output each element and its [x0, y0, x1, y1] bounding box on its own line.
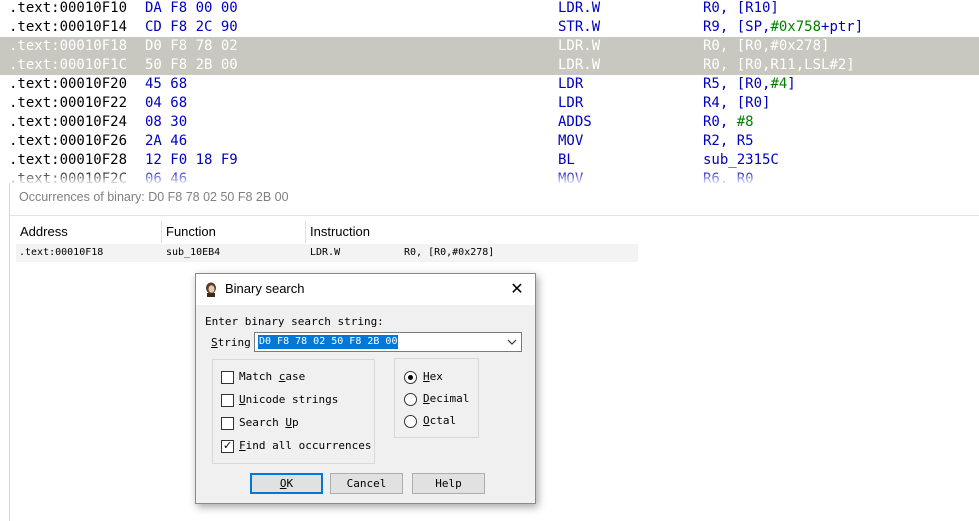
cell-operands: R0, [R0,#0x278] [404, 247, 495, 258]
find-all-occurrences-label: Find all occurrences [239, 439, 372, 452]
search-string-combobox[interactable]: D0 F8 78 02 50 F8 2B 00 [254, 332, 522, 352]
checkbox-box[interactable] [221, 371, 234, 384]
match-case-label: Match case [239, 370, 306, 383]
column-header-function[interactable]: Function [162, 221, 306, 243]
dialog-titlebar[interactable]: Binary search ✕ [196, 274, 535, 305]
line-address: .text:00010F10 [9, 0, 128, 16]
line-mnemonic: MOV [558, 133, 584, 149]
listing-fade [0, 170, 979, 183]
line-mnemonic: LDR [558, 76, 584, 92]
line-operands: R0, [R10] [703, 0, 779, 16]
decimal-label: Decimal [423, 392, 470, 405]
line-address: .text:00010F18 [9, 38, 128, 54]
string-label-rest: tring [217, 336, 251, 349]
line-bytes: 12 F0 18 F9 [145, 152, 238, 168]
occurrences-title: Occurrences of binary: D0 F8 78 02 50 F8… [19, 190, 289, 204]
radix-group: Hex Decimal Octal [394, 358, 479, 438]
listing-line[interactable]: .text:00010F10 DA F8 00 00 LDR.W R0, [R10] [0, 0, 979, 18]
line-mnemonic: LDR.W [558, 57, 601, 73]
listing-line[interactable]: .text:00010F20 45 68 LDR R5, [R0,#4] [0, 75, 979, 94]
line-operands: R9, [SP,#0x758+ptr] [703, 19, 864, 35]
table-row[interactable]: .text:00010F18 sub_10EB4 LDR.W R0, [R0,#… [16, 244, 638, 262]
line-address: .text:00010F26 [9, 133, 128, 149]
column-header-address[interactable]: Address [16, 221, 162, 243]
checkbox-box[interactable]: ✓ [221, 439, 234, 453]
line-mnemonic: LDR.W [558, 0, 601, 16]
line-bytes: 08 30 [145, 114, 188, 130]
listing-line[interactable]: .text:00010F28 12 F0 18 F9 BL sub_2315C [0, 151, 979, 170]
listing-line[interactable]: .text:00010F26 2A 46 MOV R2, R5 [0, 132, 979, 151]
radio-button[interactable] [404, 393, 417, 406]
line-address: .text:00010F1C [9, 57, 128, 73]
line-mnemonic: ADDS [558, 114, 592, 130]
line-operands: R0, [R0,#0x278] [703, 38, 830, 54]
line-bytes: CD F8 2C 90 [145, 19, 238, 35]
cancel-button[interactable]: Cancel [330, 473, 403, 494]
listing-line[interactable]: .text:00010F24 08 30 ADDS R0, #8 [0, 113, 979, 132]
line-operands: sub_2315C [703, 152, 779, 168]
listing-line[interactable]: .text:00010F14 CD F8 2C 90 STR.W R9, [SP,#0… [0, 18, 979, 37]
line-bytes: 50 F8 2B 00 [145, 57, 238, 73]
line-bytes: D0 F8 78 02 [145, 38, 238, 54]
radio-button[interactable] [404, 371, 417, 384]
search-string-value[interactable]: D0 F8 78 02 50 F8 2B 00 [258, 335, 399, 349]
line-operands: R4, [R0] [703, 95, 771, 111]
dialog-title: Binary search [225, 281, 305, 296]
immediate-value: #8 [736, 114, 754, 130]
cell-address: .text:00010F18 [19, 247, 104, 258]
column-header-instruction[interactable]: Instruction [306, 221, 638, 243]
immediate-value: #4 [770, 76, 788, 92]
search-up-label: Search Up [239, 416, 299, 429]
checkbox-box[interactable] [221, 417, 234, 430]
line-operands: R5, [R0,#4] [703, 76, 796, 92]
enter-string-label: Enter binary search string: [205, 315, 384, 328]
line-bytes: 45 68 [145, 76, 188, 92]
unicode-strings-label: Unicode strings [239, 393, 339, 406]
divider [10, 215, 979, 216]
listing-line[interactable]: .text:00010F1C 50 F8 2B 00 LDR.W R0, [R0,R1… [0, 56, 979, 75]
line-address: .text:00010F22 [9, 95, 128, 111]
ida-logo-icon [206, 282, 216, 297]
line-address: .text:00010F20 [9, 76, 128, 92]
hex-label: Hex [423, 370, 443, 383]
line-mnemonic: LDR [558, 95, 584, 111]
line-bytes: DA F8 00 00 [145, 0, 238, 16]
radio-selected-dot [408, 375, 413, 380]
line-address: .text:00010F14 [9, 19, 128, 35]
immediate-value: #0x758 [770, 19, 822, 35]
checkbox-box[interactable] [221, 394, 234, 407]
line-bytes: 04 68 [145, 95, 188, 111]
chevron-down-icon[interactable] [505, 335, 519, 349]
ok-button[interactable]: OK [250, 473, 323, 494]
cell-function: sub_10EB4 [166, 247, 221, 258]
line-mnemonic: BL [558, 152, 575, 168]
octal-label: Octal [423, 414, 457, 427]
help-button[interactable]: Help [412, 473, 485, 494]
line-mnemonic: LDR.W [558, 38, 601, 54]
radio-button[interactable] [404, 415, 417, 428]
string-label: String [211, 336, 251, 349]
listing-line[interactable]: .text:00010F22 04 68 LDR R4, [R0] [0, 94, 979, 113]
string-label-accel: S [211, 336, 218, 349]
line-bytes: 2A 46 [145, 133, 188, 149]
checkmark-icon: ✓ [223, 439, 233, 452]
line-address: .text:00010F24 [9, 114, 128, 130]
line-operands: R0, #8 [703, 114, 754, 130]
line-address: .text:00010F28 [9, 152, 128, 168]
disassembly-listing[interactable]: .text:00010F10 DA F8 00 00 LDR.W R0, [R10].… [0, 0, 979, 183]
line-mnemonic: STR.W [558, 19, 601, 35]
listing-line[interactable]: .text:00010F18 D0 F8 78 02 LDR.W R0, [R0,#0… [0, 37, 979, 56]
cell-instruction: LDR.W [310, 247, 341, 258]
binary-search-dialog: Binary search ✕ Enter binary search stri… [195, 273, 536, 504]
line-operands: R2, R5 [703, 133, 754, 149]
line-operands: R0, [R0,R11,LSL#2] [703, 57, 855, 73]
options-group: Match case Unicode strings Search Up ✓ F… [212, 359, 375, 464]
close-icon[interactable]: ✕ [509, 280, 525, 298]
